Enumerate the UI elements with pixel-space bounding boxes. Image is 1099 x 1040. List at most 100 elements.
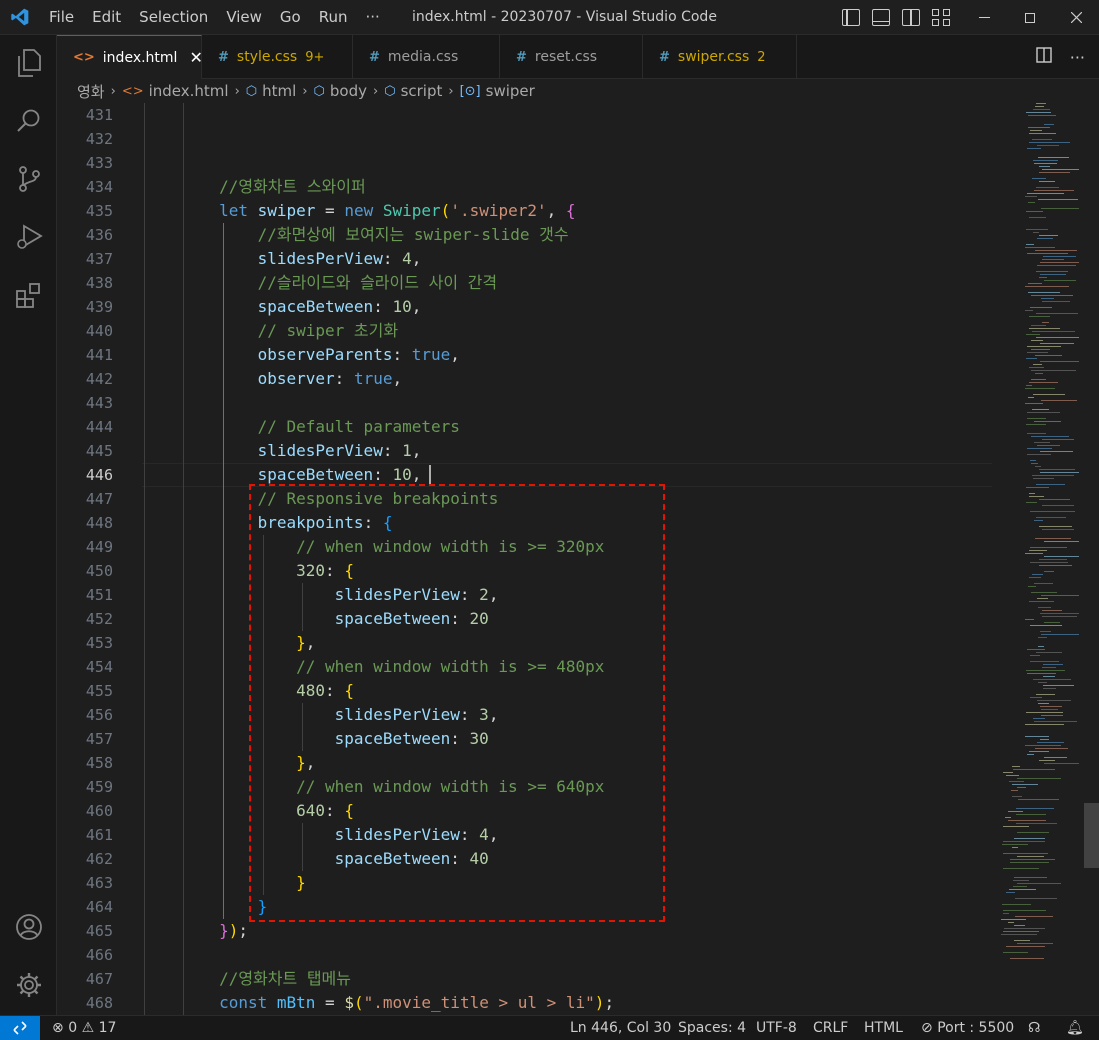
minimap-line — [1017, 943, 1053, 944]
minimap-line — [1037, 238, 1053, 239]
minimap-line — [1026, 424, 1046, 425]
language-mode[interactable]: HTML — [864, 1016, 903, 1040]
line-number: 441 — [85, 346, 113, 364]
cursor-position[interactable]: Ln 446, Col 30 — [570, 1016, 671, 1040]
end-of-line[interactable]: CRLF — [813, 1016, 848, 1040]
minimap-line — [1013, 769, 1055, 770]
menu-go[interactable]: Go — [271, 0, 310, 35]
live-server-port[interactable]: ⊘ Port : 5500 — [921, 1016, 1014, 1040]
line-number: 468 — [85, 994, 113, 1012]
remote-indicator-icon[interactable] — [0, 1015, 40, 1040]
search-icon[interactable] — [0, 97, 57, 145]
minimap-line — [1034, 520, 1043, 521]
menu-edit[interactable]: Edit — [83, 0, 130, 35]
minimap-line — [1044, 763, 1079, 764]
menu-run[interactable]: Run — [310, 0, 357, 35]
minimap[interactable] — [995, 103, 1085, 1015]
minimap-line — [1012, 796, 1022, 797]
encoding[interactable]: UTF-8 — [756, 1016, 797, 1040]
html-icon: <> — [121, 83, 144, 99]
tab-media-css[interactable]: # media.css — [353, 35, 500, 79]
breadcrumb-file[interactable]: index.html — [149, 82, 229, 100]
minimap-line — [1044, 757, 1067, 758]
customize-layout-icon[interactable] — [932, 9, 950, 26]
split-editor-icon[interactable] — [1036, 47, 1052, 67]
minimap-line — [1028, 127, 1050, 128]
code-editor[interactable]: 431 432 433 434 435 436 437 438 439 440 441 442 443 4… — [57, 103, 1099, 1015]
line-number: 432 — [85, 130, 113, 148]
minimap-line — [1025, 286, 1069, 287]
breadcrumb-folder[interactable]: 영화 — [77, 81, 105, 102]
code-line: let swiper = new Swiper('.swiper2', { — [219, 201, 576, 220]
tab-style-css[interactable]: # style.css 9+ — [202, 35, 353, 79]
menu-selection[interactable]: Selection — [130, 0, 217, 35]
minimap-line — [1040, 613, 1079, 614]
tab-reset-css[interactable]: # reset.css — [500, 35, 643, 79]
vertical-scrollbar-thumb[interactable] — [1084, 803, 1099, 868]
code-line: }, — [296, 633, 316, 652]
minimap-line — [1035, 106, 1044, 107]
minimap-line — [1035, 373, 1043, 374]
menu-view[interactable]: View — [217, 0, 271, 35]
minimap-line — [1032, 574, 1043, 575]
minimap-line — [1026, 112, 1051, 113]
run-debug-icon[interactable] — [0, 213, 57, 261]
minimap-line — [1032, 475, 1074, 476]
minimap-line — [1041, 298, 1054, 299]
chevron-right-icon: › — [234, 83, 240, 99]
toggle-primary-sidebar-icon[interactable] — [842, 9, 860, 26]
extensions-icon[interactable] — [0, 271, 57, 319]
minimap-line — [1043, 688, 1056, 689]
minimap-line — [1026, 334, 1040, 335]
minimap-line — [1031, 340, 1043, 341]
problems-indicator[interactable]: ⊗ 0 ⚠ 17 — [52, 1016, 116, 1040]
minimap-line — [1040, 361, 1079, 362]
minimize-icon[interactable] — [961, 0, 1007, 35]
line-number: 442 — [85, 370, 113, 388]
minimap-line — [1044, 280, 1076, 281]
breadcrumb-script[interactable]: script — [401, 82, 443, 100]
close-window-icon[interactable] — [1053, 0, 1099, 35]
minimap-line — [1036, 694, 1055, 695]
code-line: // when window width is >= 320px — [296, 537, 605, 556]
minimap-line — [1028, 115, 1056, 116]
minimap-line — [1011, 790, 1018, 791]
close-tab-icon[interactable]: ✕ — [189, 48, 202, 67]
menu-file[interactable]: File — [40, 0, 83, 35]
minimap-line — [1025, 310, 1033, 311]
indentation[interactable]: Spaces: 4 — [678, 1016, 746, 1040]
minimap-line — [1016, 823, 1057, 824]
toggle-panel-icon[interactable] — [872, 9, 890, 26]
manage-gear-icon[interactable] — [0, 961, 57, 1009]
breadcrumb-html[interactable]: html — [262, 82, 296, 100]
code-line: // swiper 초기화 — [257, 321, 399, 340]
line-number: 438 — [85, 274, 113, 292]
minimap-line — [1029, 142, 1070, 143]
breadcrumb-swiper[interactable]: swiper — [486, 82, 535, 100]
minimap-line — [1029, 367, 1044, 368]
minimap-line — [1030, 130, 1042, 131]
feedback-icon[interactable]: ☊ — [1028, 1016, 1040, 1040]
tab-index-html[interactable]: <> index.html ✕ — [57, 35, 203, 79]
toggle-secondary-sidebar-icon[interactable] — [902, 9, 920, 26]
menu-more[interactable]: ··· — [357, 0, 389, 35]
symbol-element-icon: ⬡ — [245, 83, 258, 99]
code-line: spaceBetween: 30 — [334, 729, 489, 748]
tab-swiper-css[interactable]: # swiper.css 2 — [643, 35, 797, 79]
minimap-line — [1039, 499, 1070, 500]
source-control-icon[interactable] — [0, 155, 57, 203]
minimap-line — [1028, 292, 1060, 293]
breadcrumb-body[interactable]: body — [330, 82, 367, 100]
minimap-line — [1037, 598, 1048, 599]
explorer-icon[interactable] — [0, 39, 57, 87]
more-actions-icon[interactable]: ··· — [1070, 48, 1085, 67]
code-line: } — [296, 873, 306, 892]
minimap-line — [1014, 925, 1025, 926]
minimap-line — [1031, 325, 1046, 326]
notifications-bell-icon[interactable]: 🔔︎ — [1066, 1016, 1084, 1040]
maximize-icon[interactable] — [1007, 0, 1053, 35]
line-number: 444 — [85, 418, 113, 436]
account-icon[interactable] — [0, 903, 57, 951]
minimap-line — [1041, 595, 1079, 596]
minimap-line — [1034, 442, 1050, 443]
